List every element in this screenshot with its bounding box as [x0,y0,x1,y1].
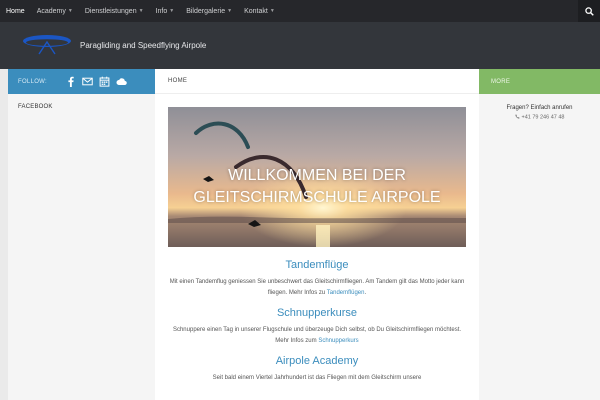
nav-label: Academy [36,7,66,15]
search-button[interactable] [578,0,600,22]
section-title: Tandemflüge [285,259,349,271]
section-title: Airpole Academy [275,355,359,367]
section-airpole-academy: Airpole Academy Seit bald einem Viertel … [168,355,466,384]
search-icon [584,6,594,16]
follow-label: FOLLOW: [18,78,47,85]
facebook-widget-title: FACEBOOK [18,104,53,110]
breadcrumb: HOME [168,78,188,84]
social-icons [65,76,127,87]
schnupperkurs-link[interactable]: Schnupperkurs [318,338,358,344]
chevron-down-icon: ▼ [227,8,233,14]
nav-item-dienstleistungen[interactable]: Dienstleistungen ▼ [79,0,150,22]
nav-item-bildergalerie[interactable]: Bildergalerie ▼ [180,0,238,22]
section-punct: . [364,290,367,296]
nav-label: Info [155,7,168,15]
left-sidebar: FOLLOW: FACEBOOK [8,69,155,400]
section-body: Schnuppere einen Tag in unserer Flugschu… [172,327,462,344]
main-content: HOME WILLKOMMEN BEI DER GLEITSCHIRMSCHUL… [155,69,479,400]
hero-title-line1: WILLKOMMEN BEI DER [228,167,406,184]
breadcrumb-bar: HOME [155,69,479,94]
hero-title: WILLKOMMEN BEI DER GLEITSCHIRMSCHULE AIR… [168,165,466,209]
nav-item-kontakt[interactable]: Kontakt ▼ [238,0,281,22]
site-header: Paragliding and Speedflying Airpole [0,22,600,69]
section-text: Schnuppere einen Tag in unserer Flugschu… [168,325,466,347]
contact-question: Fragen? Einfach anrufen [506,105,573,111]
chevron-down-icon: ▼ [67,8,73,14]
nav-item-academy[interactable]: Academy ▼ [31,0,79,22]
nav-item-info[interactable]: Info ▼ [150,0,181,22]
tandemfluege-link[interactable]: Tandemflügen [327,290,365,296]
more-label: MORE [491,78,511,85]
phone-number: +41 79 246 47 48 [521,114,565,121]
facebook-icon[interactable] [65,76,76,87]
nav-label: Home [6,7,25,15]
top-navigation: Home Academy ▼ Dienstleistungen ▼ Info ▼ Bi… [0,0,600,22]
site-title[interactable]: Paragliding and Speedflying Airpole [80,41,206,50]
contact-phone[interactable]: +41 79 246 47 48 [479,114,600,121]
more-bar: MORE [479,69,600,94]
chevron-down-icon: ▼ [169,8,175,14]
section-text: Seit bald einem Viertel Jahrhundert ist … [168,373,466,384]
nav-label: Bildergalerie [186,7,226,15]
calendar-icon[interactable] [99,76,110,87]
nav-label: Kontakt [244,7,268,15]
chevron-down-icon: ▼ [269,8,275,14]
follow-bar: FOLLOW: [8,69,155,94]
phone-icon [514,114,520,119]
mail-icon[interactable] [82,76,93,87]
hero-banner: WILLKOMMEN BEI DER GLEITSCHIRMSCHULE AIR… [168,107,466,247]
cloud-icon[interactable] [116,76,127,87]
section-title: Schnupperkurse [276,307,358,319]
hero-title-line2: GLEITSCHIRMSCHULE AIRPOLE [193,189,441,206]
section-body: Seit bald einem Viertel Jahrhundert ist … [212,375,422,381]
section-tandemfluege: Tandemflüge Mit einen Tandemflug geniess… [168,259,466,299]
logo[interactable] [22,32,72,56]
section-text: Mit einen Tandemflug geniessen Sie unbes… [168,277,466,299]
nav-label: Dienstleistungen [84,7,137,15]
nav-item-home[interactable]: Home [0,0,31,22]
right-sidebar: MORE Fragen? Einfach anrufen +41 79 246 … [479,69,600,400]
section-schnupperkurse: Schnupperkurse Schnuppere einen Tag in u… [168,307,466,347]
chevron-down-icon: ▼ [138,8,144,14]
content-sections: Tandemflüge Mit einen Tandemflug geniess… [168,259,466,392]
section-body: Mit einen Tandemflug geniessen Sie unbes… [169,279,465,296]
